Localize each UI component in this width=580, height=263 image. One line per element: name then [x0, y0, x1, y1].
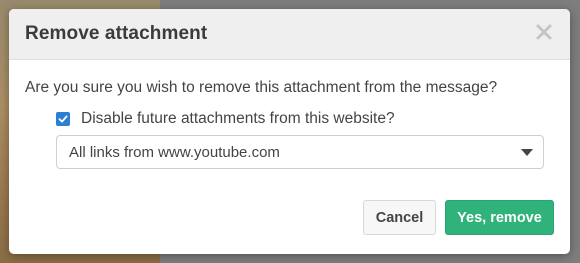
dialog-message: Are you sure you wish to remove this att…: [25, 79, 498, 96]
dialog-title: Remove attachment: [25, 23, 208, 44]
close-icon: [536, 24, 552, 40]
close-button[interactable]: [534, 22, 554, 42]
scope-select[interactable]: All links from www.youtube.com: [56, 135, 544, 169]
dialog-header: Remove attachment: [9, 9, 570, 60]
checkbox-label[interactable]: Disable future attachments from this web…: [81, 110, 395, 128]
confirm-remove-button[interactable]: Yes, remove: [445, 200, 554, 235]
disable-future-attachments-checkbox[interactable]: [56, 112, 70, 126]
cancel-button[interactable]: Cancel: [363, 200, 436, 235]
checkmark-icon: [58, 115, 68, 123]
remove-attachment-dialog: Remove attachment Are you sure you wish …: [9, 9, 570, 254]
select-value: All links from www.youtube.com: [69, 144, 280, 161]
disable-future-attachments-row: Disable future attachments from this web…: [56, 110, 395, 128]
caret-down-icon: [521, 149, 533, 156]
